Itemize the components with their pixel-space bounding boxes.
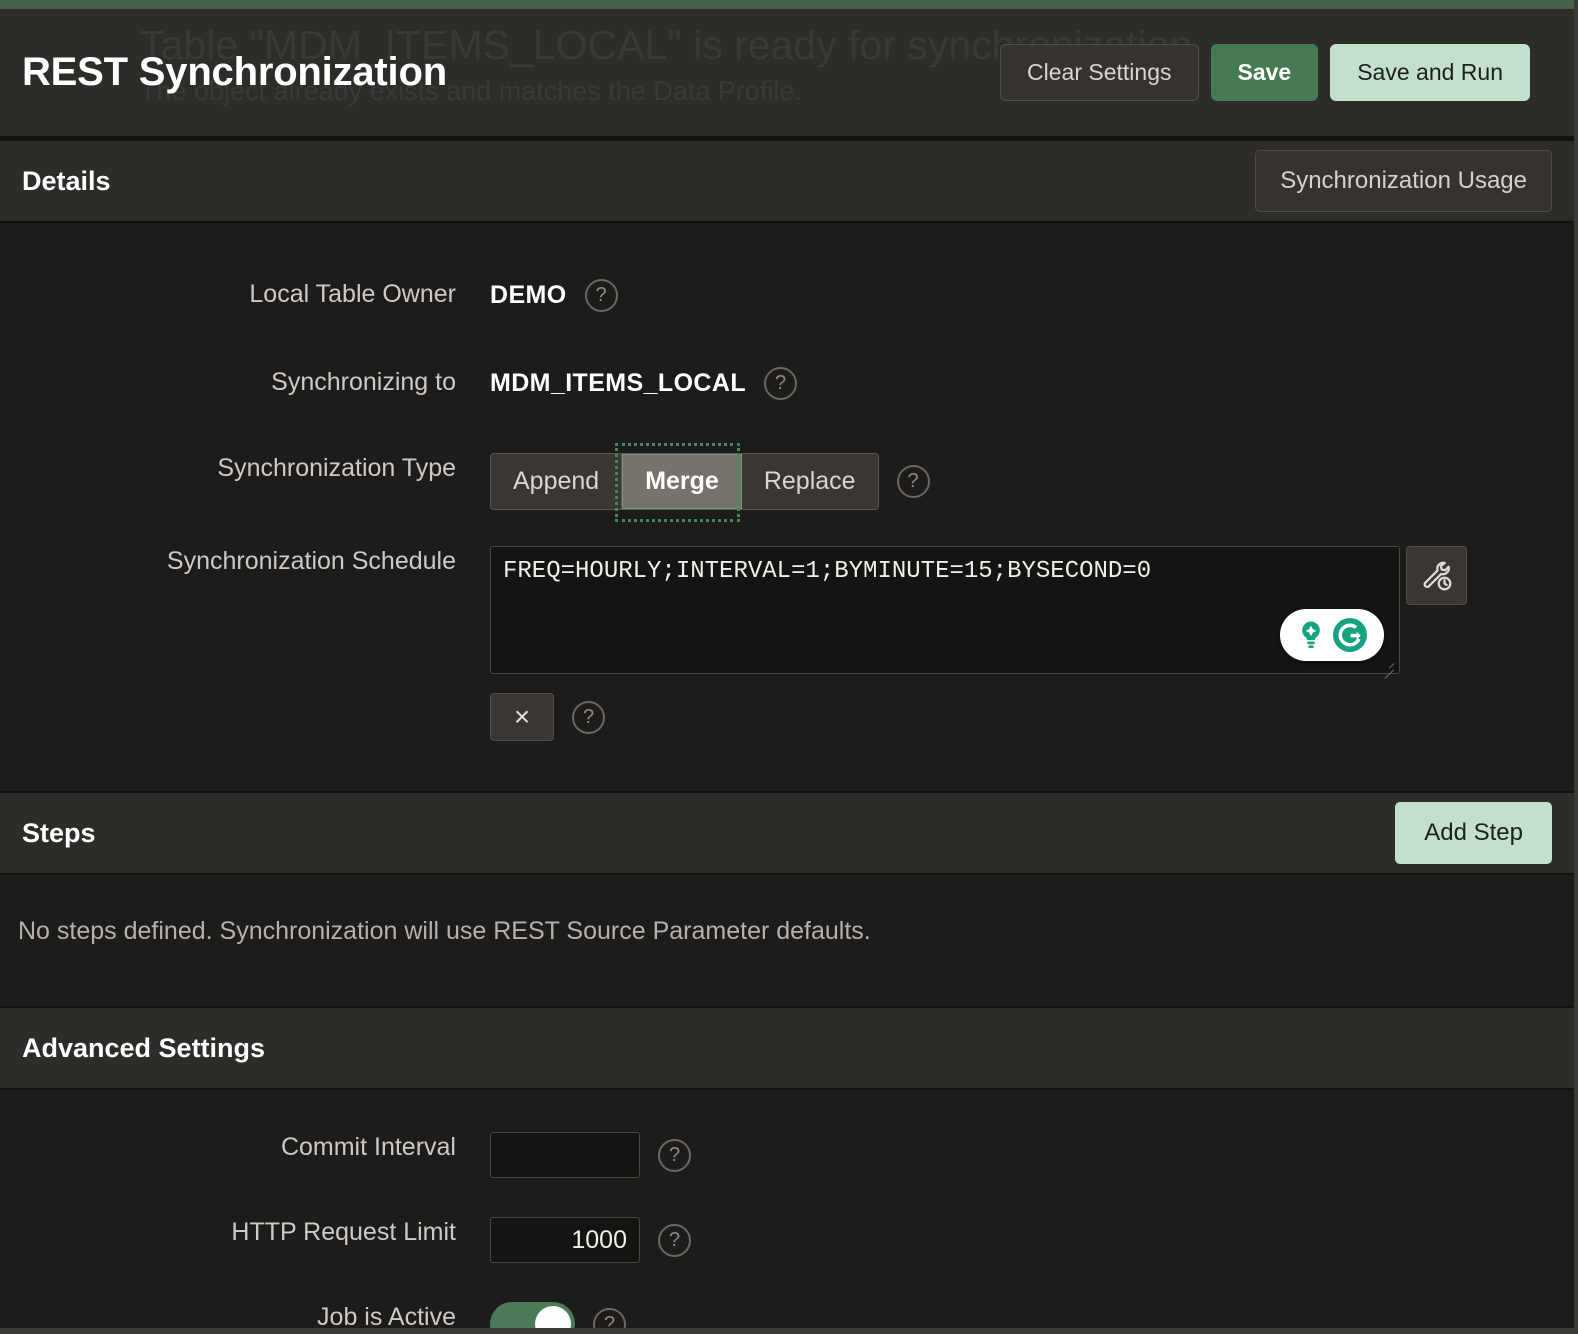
job-is-active-toggle[interactable] xyxy=(490,1302,575,1328)
rest-synchronization-page: Table "MDM_ITEMS_LOCAL" is ready for syn… xyxy=(0,0,1578,1334)
details-region-header: Details Synchronization Usage xyxy=(0,139,1574,223)
details-region-actions: Synchronization Usage xyxy=(1255,150,1552,212)
sync-type-option-replace[interactable]: Replace xyxy=(741,454,878,509)
label-synchronization-schedule: Synchronization Schedule xyxy=(166,547,456,575)
field-commit-interval: ? xyxy=(490,1132,1574,1178)
row-synchronization-type: Synchronization Type Append Merge Replac… xyxy=(0,443,1574,522)
label-commit-interval: Commit Interval xyxy=(280,1133,456,1161)
header-actions: Clear Settings Save Save and Run xyxy=(1000,43,1530,102)
grammarly-widget[interactable] xyxy=(1280,609,1384,661)
page-title: REST Synchronization xyxy=(22,50,447,94)
schedule-builder-button[interactable] xyxy=(1406,546,1467,605)
value-synchronizing-to: MDM_ITEMS_LOCAL xyxy=(490,369,746,397)
row-job-is-active: Job is Active ? xyxy=(0,1302,1574,1331)
steps-region-actions: Add Step xyxy=(1395,802,1552,864)
clear-schedule-button[interactable]: × xyxy=(490,693,554,741)
row-http-request-limit: HTTP Request Limit ? xyxy=(0,1217,1574,1269)
field-schedule-clear: × ? xyxy=(490,693,1574,741)
field-job-is-active: ? xyxy=(490,1302,1574,1328)
field-local-table-owner: DEMO ? xyxy=(490,279,1574,312)
grammarly-g-icon xyxy=(1333,618,1367,652)
steps-region-body: No steps defined. Synchronization will u… xyxy=(0,875,1574,1006)
label-synchronizing-to: Synchronizing to xyxy=(271,368,456,396)
help-icon-job-is-active[interactable]: ? xyxy=(593,1307,626,1328)
schedule-textarea-holder xyxy=(490,546,1400,679)
clear-settings-button[interactable]: Clear Settings xyxy=(1000,43,1199,102)
details-region-title: Details xyxy=(22,165,111,196)
label-synchronization-type: Synchronization Type xyxy=(217,454,456,482)
steps-empty-message: No steps defined. Synchronization will u… xyxy=(18,917,871,945)
toggle-knob xyxy=(535,1306,571,1328)
steps-region-title: Steps xyxy=(22,817,96,848)
synchronization-usage-button[interactable]: Synchronization Usage xyxy=(1255,150,1552,212)
help-icon-commit-interval[interactable]: ? xyxy=(658,1138,691,1172)
http-request-limit-input[interactable] xyxy=(490,1217,640,1263)
row-synchronizing-to: Synchronizing to MDM_ITEMS_LOCAL ? xyxy=(0,367,1574,419)
help-icon-local-table-owner[interactable]: ? xyxy=(584,279,618,312)
sync-type-option-append[interactable]: Append xyxy=(491,454,623,509)
label-http-request-limit: HTTP Request Limit xyxy=(231,1218,456,1246)
schedule-input[interactable] xyxy=(490,546,1400,674)
details-region-body: Local Table Owner DEMO ? Synchronizing t… xyxy=(0,223,1574,791)
help-icon-synchronization-schedule[interactable]: ? xyxy=(572,700,605,734)
segmented-control: Append Merge Replace xyxy=(490,453,879,510)
value-local-table-owner: DEMO xyxy=(490,281,567,309)
row-schedule-clear: × ? xyxy=(0,693,1574,745)
help-icon-synchronization-type[interactable]: ? xyxy=(896,465,930,498)
save-and-run-button[interactable]: Save and Run xyxy=(1330,43,1530,102)
field-http-request-limit: ? xyxy=(490,1217,1574,1263)
advanced-region-header: Advanced Settings xyxy=(0,1006,1574,1090)
row-commit-interval: Commit Interval ? xyxy=(0,1132,1574,1184)
label-job-is-active: Job is Active xyxy=(317,1303,456,1331)
advanced-region-title: Advanced Settings xyxy=(22,1032,266,1063)
save-button[interactable]: Save xyxy=(1210,43,1319,102)
page-header: Table "MDM_ITEMS_LOCAL" is ready for syn… xyxy=(0,9,1574,139)
commit-interval-input[interactable] xyxy=(490,1132,640,1178)
field-synchronization-schedule xyxy=(490,546,1574,679)
row-local-table-owner: Local Table Owner DEMO ? xyxy=(0,279,1574,331)
help-icon-synchronizing-to[interactable]: ? xyxy=(764,367,797,400)
synchronization-type-group: Append Merge Replace xyxy=(490,443,879,522)
field-synchronizing-to: MDM_ITEMS_LOCAL ? xyxy=(490,367,1574,400)
schedule-editor xyxy=(490,546,1574,679)
wrench-clock-icon xyxy=(1423,561,1451,590)
sync-type-option-merge[interactable]: Merge xyxy=(622,454,742,509)
label-local-table-owner: Local Table Owner xyxy=(249,280,456,308)
add-step-button[interactable]: Add Step xyxy=(1395,802,1552,864)
field-synchronization-type: Append Merge Replace ? xyxy=(490,443,1574,522)
lightbulb-icon xyxy=(1302,621,1320,649)
row-synchronization-schedule: Synchronization Schedule xyxy=(0,546,1574,679)
help-icon-http-request-limit[interactable]: ? xyxy=(658,1223,691,1257)
steps-region-header: Steps Add Step xyxy=(0,791,1574,875)
top-accent-bar xyxy=(0,0,1574,9)
advanced-region-body: Commit Interval ? HTTP Request Limit ? J… xyxy=(0,1090,1574,1331)
